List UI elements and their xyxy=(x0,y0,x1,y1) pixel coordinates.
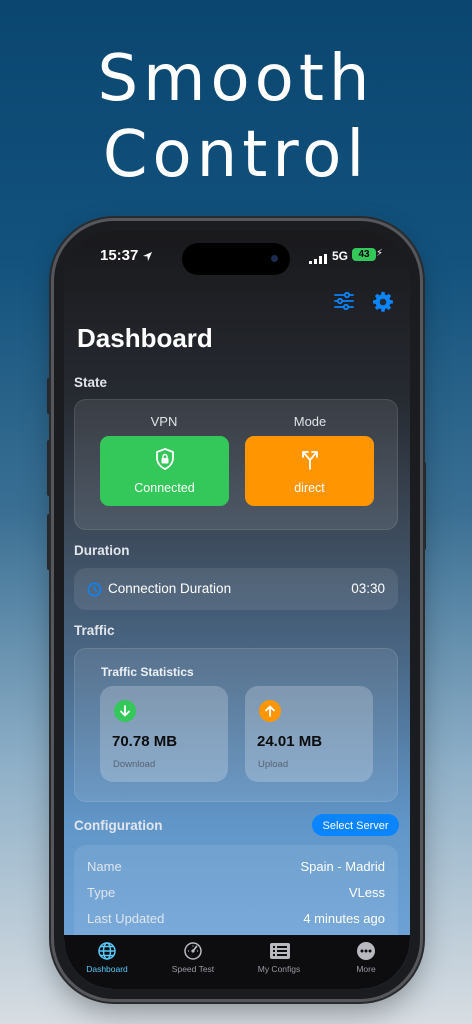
volume-up-button xyxy=(47,440,52,496)
vpn-connect-button[interactable]: Connected xyxy=(100,436,229,506)
charging-bolt-icon: ⚡ xyxy=(376,248,384,259)
action-button xyxy=(47,378,52,414)
tab-label: Dashboard xyxy=(86,964,128,974)
status-time: 15:37 xyxy=(100,247,139,264)
config-key: Type xyxy=(87,885,116,900)
network-type: 5G xyxy=(332,249,349,263)
config-key: Last Updated xyxy=(87,911,165,926)
volume-down-button xyxy=(47,514,52,570)
speedometer-icon xyxy=(183,941,203,966)
promo-headline-line2: Control xyxy=(102,118,370,192)
battery-level: 43 xyxy=(352,248,376,261)
duration-section-label: Duration xyxy=(74,543,130,558)
mode-label: Mode xyxy=(293,414,327,429)
ellipsis-icon xyxy=(356,941,376,966)
connection-duration-value: 03:30 xyxy=(351,581,385,596)
upload-arrow-icon xyxy=(259,700,281,722)
list-icon xyxy=(269,941,291,966)
tab-bar: Dashboard Speed Test My Configs More xyxy=(64,935,410,989)
app-screen: 15:37 5G 43 ⚡ Dashboard State VPN Mode C… xyxy=(64,231,410,989)
vpn-status-text: Connected xyxy=(134,481,195,495)
config-value: VLess xyxy=(348,885,385,900)
state-card: VPN Mode Connected direct xyxy=(74,399,398,530)
promo-headline-line1: Smooth xyxy=(97,42,375,116)
download-value: 70.78 MB xyxy=(112,733,178,750)
dynamic-island xyxy=(182,243,290,275)
connection-duration-label: Connection Duration xyxy=(108,581,232,596)
config-value: 4 minutes ago xyxy=(303,911,385,926)
globe-icon xyxy=(97,941,117,966)
upload-caption: Upload xyxy=(258,759,289,770)
tab-speed-test[interactable]: Speed Test xyxy=(150,935,236,979)
filter-sliders-icon[interactable] xyxy=(333,291,355,316)
shield-lock-icon xyxy=(100,448,229,473)
mode-value-text: direct xyxy=(294,481,325,495)
tab-label: My Configs xyxy=(257,964,301,974)
gear-icon[interactable] xyxy=(372,291,394,318)
vpn-label: VPN xyxy=(150,414,178,429)
upload-value: 24.01 MB xyxy=(257,733,323,750)
power-button xyxy=(421,462,426,550)
tab-label: More xyxy=(356,964,376,974)
traffic-card: Traffic Statistics 70.78 MB Download 24.… xyxy=(74,648,398,802)
phone-frame: 15:37 5G 43 ⚡ Dashboard State VPN Mode C… xyxy=(54,221,420,999)
config-key: Name xyxy=(87,859,122,874)
traffic-section-label: Traffic xyxy=(74,623,115,638)
select-server-button[interactable]: Select Server xyxy=(312,814,399,836)
signal-bars-icon xyxy=(309,251,327,269)
config-value: Spain - Madrid xyxy=(300,859,385,874)
clock-icon xyxy=(87,582,102,602)
mode-button[interactable]: direct xyxy=(245,436,374,506)
tab-more[interactable]: More xyxy=(323,935,409,979)
page-title: Dashboard xyxy=(77,323,213,353)
tab-dashboard[interactable]: Dashboard xyxy=(64,935,150,979)
tab-my-configs[interactable]: My Configs xyxy=(236,935,322,979)
download-caption: Download xyxy=(113,759,156,770)
download-arrow-icon xyxy=(114,700,136,722)
configuration-section-label: Configuration xyxy=(74,818,163,833)
traffic-statistics-title: Traffic Statistics xyxy=(101,665,194,679)
location-arrow-icon xyxy=(142,249,153,267)
configuration-card: Name Spain - Madrid Type VLess Last Upda… xyxy=(74,845,398,945)
upload-stat-card: 24.01 MB Upload xyxy=(245,686,373,782)
duration-card: Connection Duration 03:30 xyxy=(74,568,398,610)
branch-arrows-icon xyxy=(245,448,374,473)
tab-label: Speed Test xyxy=(171,964,215,974)
state-section-label: State xyxy=(74,375,108,390)
download-stat-card: 70.78 MB Download xyxy=(100,686,228,782)
